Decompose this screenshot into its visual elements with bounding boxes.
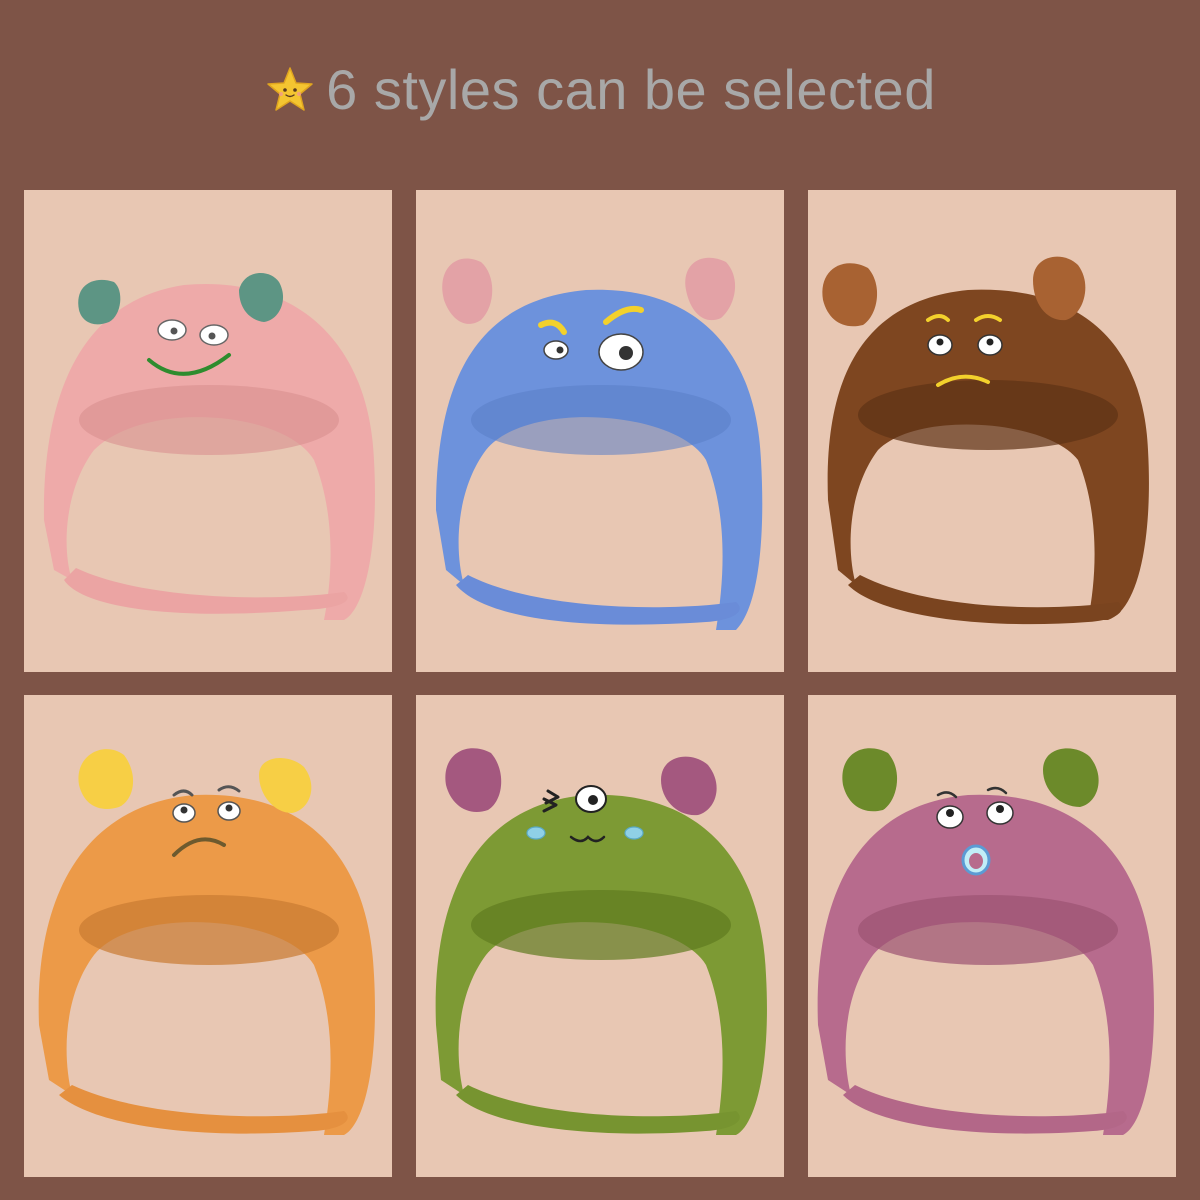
product-tile-blue-hat[interactable]: [416, 190, 784, 672]
purple-hat-image: [817, 748, 1154, 1135]
product-tile-pink-hat[interactable]: [24, 190, 392, 672]
header: 6 styles can be selected: [0, 50, 1200, 130]
blue-hat-image: [436, 257, 763, 630]
orange-hat-image: [38, 749, 375, 1135]
product-tile-green-hat[interactable]: [416, 695, 784, 1177]
star-icon: [267, 67, 313, 111]
product-tile-orange-hat[interactable]: [24, 695, 392, 1177]
product-tile-purple-hat[interactable]: [808, 695, 1176, 1177]
brown-hat-image: [822, 256, 1149, 625]
pink-hat-image: [43, 272, 375, 620]
page-title: 6 styles can be selected: [326, 58, 936, 121]
product-tile-brown-hat[interactable]: [808, 190, 1176, 672]
green-hat-image: [435, 748, 767, 1135]
